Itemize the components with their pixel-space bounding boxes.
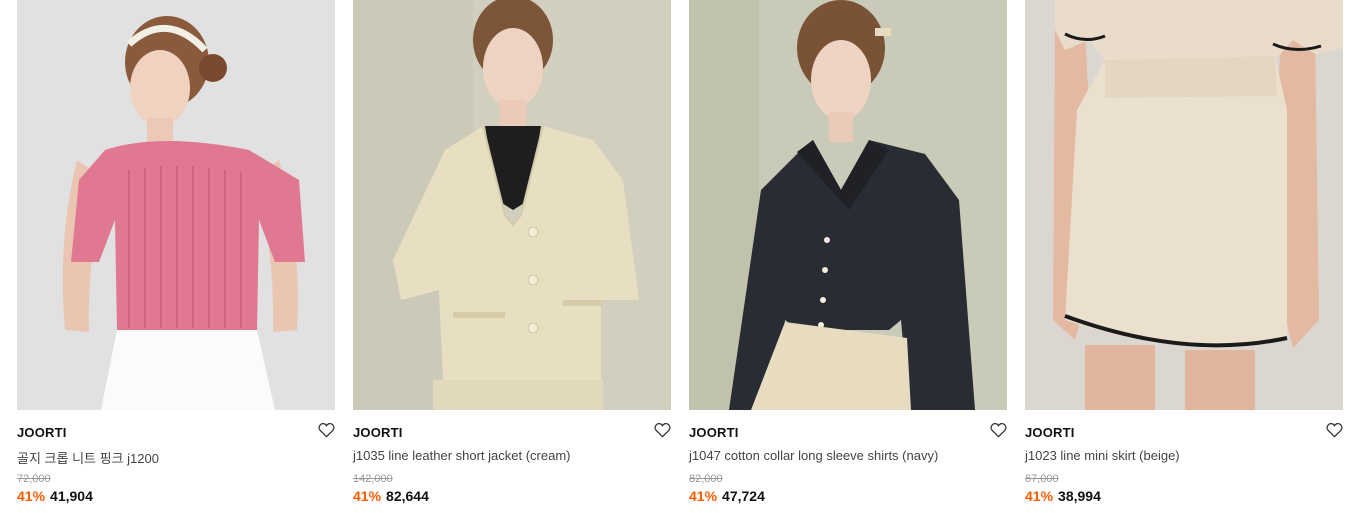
- discount-rate: 41%: [1025, 488, 1054, 504]
- product-card[interactable]: JOORTI 골지 크롭 니트 핑크 j1200 72,000 41% 41,90…: [17, 0, 335, 513]
- discount-rate: 41%: [353, 488, 382, 504]
- original-price: 82,000: [689, 473, 723, 485]
- product-image[interactable]: [1025, 0, 1343, 410]
- original-price: 72,000: [17, 473, 51, 485]
- product-card[interactable]: JOORTI j1023 line mini skirt (beige) 67,…: [1025, 0, 1343, 513]
- product-photo-pink-knit: [17, 0, 335, 410]
- heart-outline-icon[interactable]: [317, 421, 335, 439]
- heart-outline-icon[interactable]: [653, 421, 671, 439]
- heart-outline-icon[interactable]: [989, 421, 1007, 439]
- product-card[interactable]: JOORTI j1035 line leather short jacket (…: [353, 0, 671, 513]
- product-photo-navy-shirt: [689, 0, 1007, 410]
- product-image[interactable]: [689, 0, 1007, 410]
- product-name[interactable]: j1035 line leather short jacket (cream): [353, 448, 571, 463]
- price-row: 41% 47,724: [689, 488, 765, 504]
- product-name[interactable]: j1047 cotton collar long sleeve shirts (…: [689, 448, 938, 463]
- price-row: 41% 38,994: [1025, 488, 1101, 504]
- product-name[interactable]: j1023 line mini skirt (beige): [1025, 448, 1180, 463]
- product-brand[interactable]: JOORTI: [689, 425, 739, 440]
- product-brand[interactable]: JOORTI: [353, 425, 403, 440]
- product-brand[interactable]: JOORTI: [1025, 425, 1075, 440]
- product-image[interactable]: [17, 0, 335, 410]
- original-price: 142,000: [353, 473, 393, 485]
- product-photo-beige-skirt: [1025, 0, 1343, 410]
- discount-rate: 41%: [689, 488, 718, 504]
- heart-outline-icon[interactable]: [1325, 421, 1343, 439]
- sale-price: 82,644: [386, 488, 429, 504]
- sale-price: 47,724: [722, 488, 765, 504]
- product-card[interactable]: JOORTI j1047 cotton collar long sleeve s…: [689, 0, 1007, 513]
- product-image[interactable]: [353, 0, 671, 410]
- sale-price: 41,904: [50, 488, 93, 504]
- price-row: 41% 82,644: [353, 488, 429, 504]
- product-brand[interactable]: JOORTI: [17, 425, 67, 440]
- price-row: 41% 41,904: [17, 488, 93, 504]
- product-grid: JOORTI 골지 크롭 니트 핑크 j1200 72,000 41% 41,90…: [17, 0, 1343, 513]
- original-price: 67,000: [1025, 473, 1059, 485]
- product-name[interactable]: 골지 크롭 니트 핑크 j1200: [17, 448, 159, 467]
- discount-rate: 41%: [17, 488, 46, 504]
- product-photo-cream-jacket: [353, 0, 671, 410]
- sale-price: 38,994: [1058, 488, 1101, 504]
